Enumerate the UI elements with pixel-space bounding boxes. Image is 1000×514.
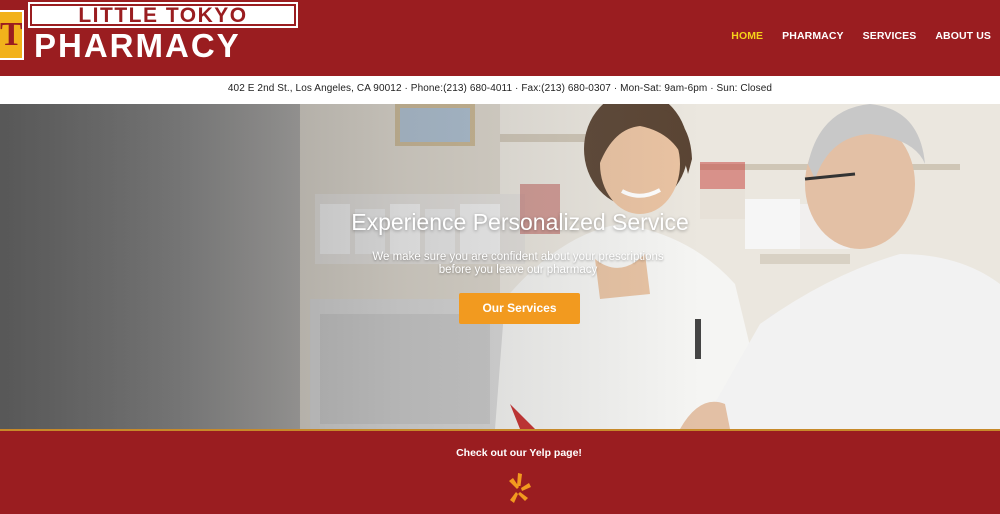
logo-line-1: LITTLE TOKYO xyxy=(28,2,298,28)
site-header: T LITTLE TOKYO PHARMACY HOME PHARMACY SE… xyxy=(0,0,1000,76)
site-logo[interactable]: T LITTLE TOKYO PHARMACY xyxy=(0,2,298,64)
nav-item-home[interactable]: HOME xyxy=(731,30,763,42)
hero-title: Experience Personalized Service xyxy=(351,209,689,235)
logo-mark: T xyxy=(0,10,24,60)
main-nav: HOME PHARMACY SERVICES ABOUT US xyxy=(712,30,991,42)
hero-banner: Experience Personalized Service We make … xyxy=(0,104,1000,429)
yelp-link-text[interactable]: Check out our Yelp page! xyxy=(0,447,1000,459)
nav-item-about-us[interactable]: ABOUT US xyxy=(935,30,991,42)
our-services-button[interactable]: Our Services xyxy=(459,293,580,324)
nav-item-pharmacy[interactable]: PHARMACY xyxy=(782,30,843,42)
hero-subtitle-line-1: We make sure you are confident about you… xyxy=(372,251,664,263)
yelp-section: Check out our Yelp page! xyxy=(0,429,1000,514)
yelp-icon[interactable] xyxy=(507,473,531,503)
nav-item-services[interactable]: SERVICES xyxy=(863,30,917,42)
logo-line-2: PHARMACY xyxy=(34,27,241,64)
hero-subtitle-line-2: before you leave our pharmacy xyxy=(438,264,598,276)
contact-info-bar: 402 E 2nd St., Los Angeles, CA 90012 · P… xyxy=(0,76,1000,104)
hero-subtitle: We make sure you are confident about you… xyxy=(0,251,1000,277)
